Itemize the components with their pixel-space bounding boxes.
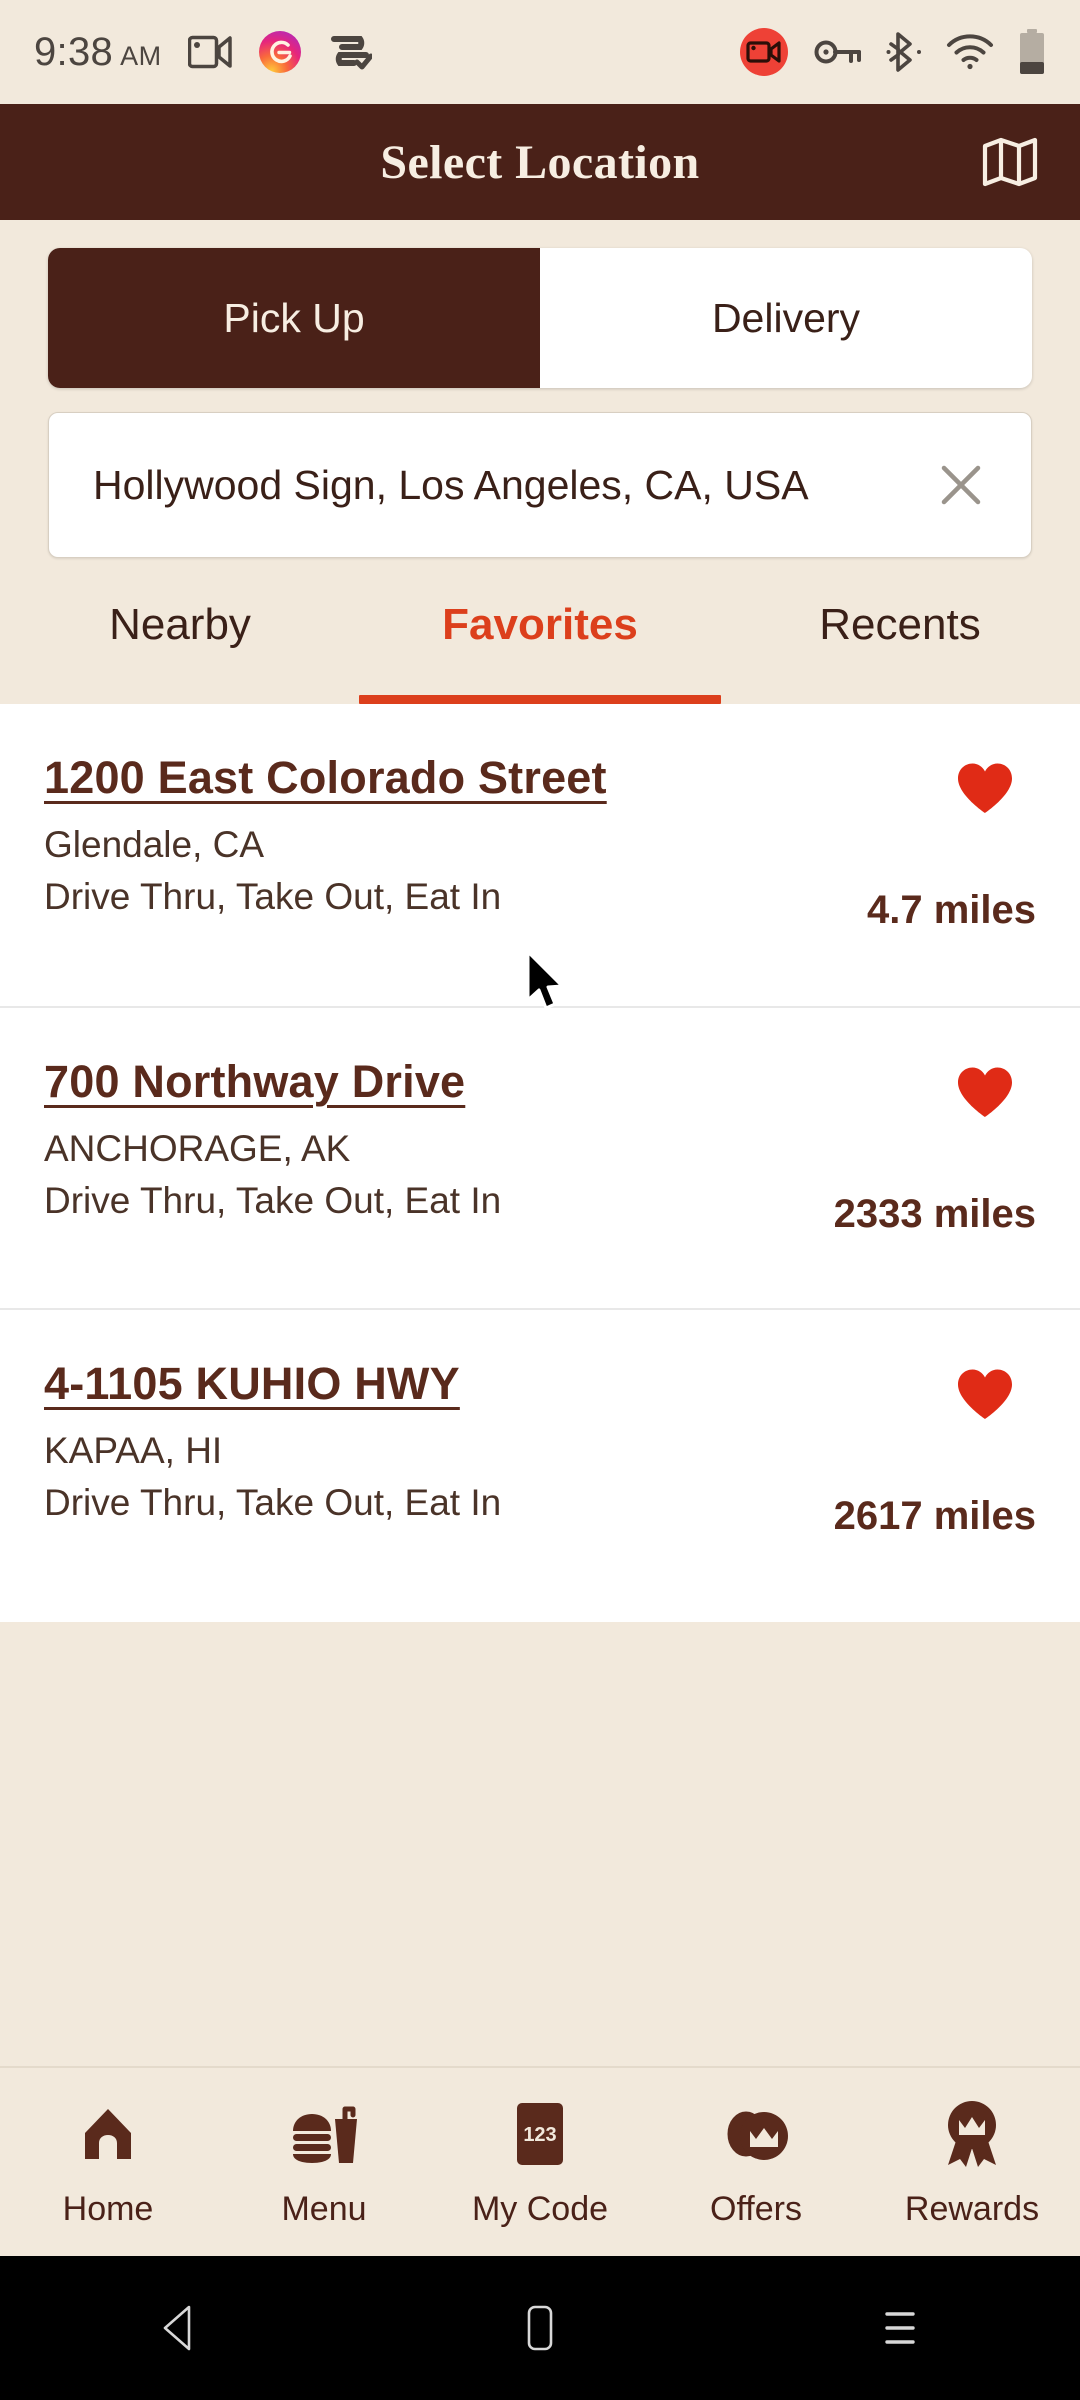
nav-item-menu[interactable]: Menu [216, 2096, 432, 2229]
badge-check-icon [328, 33, 372, 71]
tab-recents-label: Recents [819, 600, 981, 649]
tab-favorites[interactable]: Favorites [359, 582, 721, 704]
favorite-toggle-button[interactable] [948, 1358, 1022, 1432]
android-navigation-bar [0, 2256, 1080, 2400]
location-search-field[interactable]: Hollywood Sign, Los Angeles, CA, USA [48, 412, 1032, 558]
location-details: 1200 East Colorado Street Glendale, CA D… [44, 752, 776, 1006]
nav-item-rewards[interactable]: Rewards [864, 2096, 1080, 2229]
nav-item-offers-label: Offers [710, 2189, 802, 2228]
status-bar-right [738, 26, 1046, 78]
map-icon [981, 133, 1039, 191]
recents-lines-icon [877, 2304, 923, 2352]
tab-nearby[interactable]: Nearby [0, 582, 360, 704]
order-mode-delivery[interactable]: Delivery [540, 248, 1032, 388]
favorite-toggle-button[interactable] [948, 1056, 1022, 1130]
status-bar: 9:38 AM [0, 0, 1080, 104]
burger-drink-icon [289, 2096, 359, 2172]
tab-active-indicator [359, 695, 721, 704]
nav-item-rewards-label: Rewards [904, 2189, 1040, 2228]
order-mode-pickup[interactable]: Pick Up [48, 248, 540, 388]
location-city: Glendale, CA [44, 824, 265, 865]
nav-item-my-code-label: My Code [471, 2189, 609, 2228]
status-bar-left: 9:38 AM [34, 30, 372, 75]
my-code-123-icon: 123 [513, 2096, 567, 2172]
heart-icon [955, 1065, 1015, 1121]
location-address-link[interactable]: 700 Northway Drive [44, 1056, 465, 1108]
location-city: KAPAA, HI [44, 1430, 223, 1471]
clock-time: 9:38 [34, 29, 114, 74]
location-city: ANCHORAGE, AK [44, 1128, 351, 1169]
location-list: 1200 East Colorado Street Glendale, CA D… [0, 704, 1080, 1622]
location-services: Drive Thru, Take Out, Eat In [44, 1482, 502, 1523]
order-mode-pickup-label: Pick Up [223, 294, 365, 341]
location-address-link[interactable]: 4-1105 KUHIO HWY [44, 1358, 460, 1410]
location-details: 4-1105 KUHIO HWY KAPAA, HI Drive Thru, T… [44, 1358, 776, 1610]
tab-nearby-label: Nearby [109, 600, 251, 649]
home-rect-icon [520, 2302, 560, 2354]
location-services: Drive Thru, Take Out, Eat In [44, 876, 502, 917]
order-mode-toggle: Pick Up Delivery [48, 248, 1032, 388]
nav-item-home[interactable]: Home [0, 2096, 216, 2229]
search-clear-button[interactable] [925, 449, 997, 521]
tab-recents[interactable]: Recents [720, 582, 1080, 704]
home-icon [77, 2096, 139, 2172]
nav-item-offers[interactable]: Offers [648, 2096, 864, 2229]
svg-text:123: 123 [523, 2124, 556, 2146]
location-services: Drive Thru, Take Out, Eat In [44, 1180, 502, 1221]
rewards-ribbon-crown-icon [940, 2096, 1004, 2172]
app-screen: 9:38 AM Select Location Pick Up Delivery… [0, 0, 1080, 2400]
bluetooth-icon [886, 30, 922, 74]
status-bar-clock: 9:38 AM [34, 30, 162, 75]
close-icon [936, 460, 986, 510]
app-header: Select Location [0, 104, 1080, 220]
order-mode-delivery-label: Delivery [711, 294, 861, 341]
wifi-icon [946, 33, 994, 71]
table-row[interactable]: 4-1105 KUHIO HWY KAPAA, HI Drive Thru, T… [0, 1308, 1080, 1610]
location-distance: 2333 miles [833, 1192, 1036, 1236]
bottom-navigation: Home Menu 123 My Code Offers Rewards [0, 2066, 1080, 2256]
location-address-link[interactable]: 1200 East Colorado Street [44, 752, 607, 804]
android-back-button[interactable] [0, 2303, 360, 2353]
map-view-button[interactable] [974, 126, 1046, 198]
location-meta: 2617 miles [776, 1358, 1036, 1610]
android-home-button[interactable] [360, 2302, 720, 2354]
tab-favorites-label: Favorites [442, 600, 638, 649]
heart-icon [955, 761, 1015, 817]
screen-record-icon [187, 35, 232, 69]
app-gradient-icon [258, 30, 302, 74]
location-tabs: Nearby Favorites Recents [0, 582, 1080, 704]
location-meta: 4.7 miles [776, 752, 1036, 1006]
nav-item-home-label: Home [62, 2189, 154, 2228]
location-distance: 4.7 miles [866, 888, 1036, 932]
nav-item-my-code[interactable]: 123 My Code [432, 2096, 648, 2229]
location-distance: 2617 miles [833, 1494, 1036, 1538]
page-title: Select Location [380, 135, 700, 189]
clock-ampm: AM [120, 40, 162, 71]
offers-coins-crown-icon [720, 2096, 792, 2172]
location-details: 700 Northway Drive ANCHORAGE, AK Drive T… [44, 1056, 776, 1308]
nav-item-menu-label: Menu [281, 2189, 367, 2228]
back-triangle-icon [157, 2303, 203, 2353]
vpn-key-icon [814, 35, 862, 69]
list-empty-space [0, 1622, 1080, 2066]
search-input[interactable]: Hollywood Sign, Los Angeles, CA, USA [93, 462, 925, 509]
battery-icon [1018, 29, 1046, 75]
favorite-toggle-button[interactable] [948, 752, 1022, 826]
screencast-recording-icon [738, 26, 790, 78]
table-row[interactable]: 1200 East Colorado Street Glendale, CA D… [0, 704, 1080, 1006]
android-recents-button[interactable] [720, 2304, 1080, 2352]
table-row[interactable]: 700 Northway Drive ANCHORAGE, AK Drive T… [0, 1006, 1080, 1308]
location-meta: 2333 miles [776, 1056, 1036, 1308]
heart-icon [955, 1367, 1015, 1423]
